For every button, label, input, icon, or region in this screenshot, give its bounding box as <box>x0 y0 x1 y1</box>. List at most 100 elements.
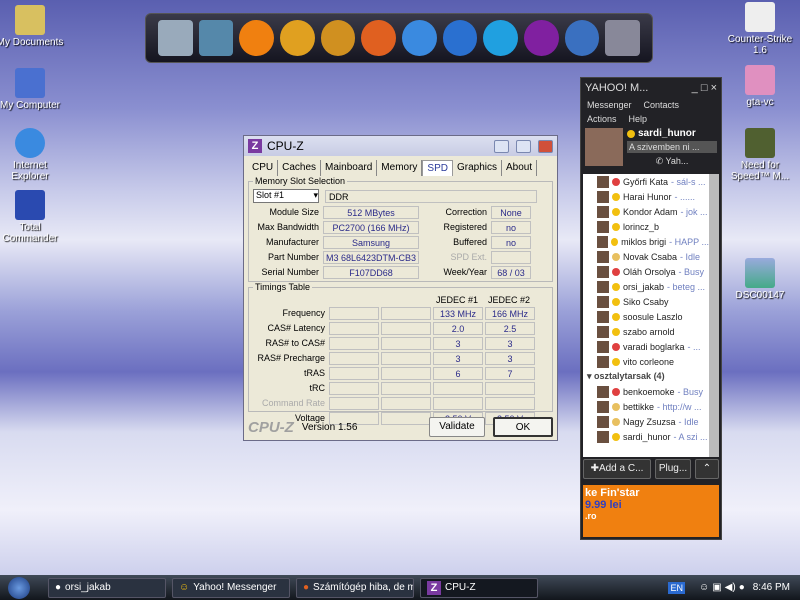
memory-type: DDR <box>325 189 537 203</box>
title-bar[interactable]: YAHOO! M... _ □ × <box>581 78 721 98</box>
taskbar-item-cpuz[interactable]: Z CPU-Z <box>420 577 538 598</box>
computer-icon <box>15 68 45 98</box>
contact-item[interactable]: sardi_hunor - A szi ... <box>583 429 709 444</box>
language-indicator[interactable]: EN <box>668 581 685 594</box>
contact-item[interactable]: Harai Hunor - ...... <box>583 189 709 204</box>
desktop-icon-dsc00147[interactable]: DSC00147 <box>725 258 795 301</box>
contact-item[interactable]: Nagy Zsuzsa - Idle <box>583 414 709 429</box>
contact-item[interactable]: vito corleone <box>583 354 709 369</box>
internet-explorer-icon <box>15 128 45 158</box>
desktop-icon-internet-explorer[interactable]: Internet Explorer <box>0 128 65 182</box>
contact-avatar <box>597 220 609 233</box>
yahoo-tray-icon[interactable]: ☺ <box>699 582 709 593</box>
contact-item[interactable]: varadi boglarka - ... <box>583 339 709 354</box>
yahoo-messenger-window: YAHOO! M... _ □ × Messenger Contacts Actio… <box>580 77 722 540</box>
desktop-icon-nfs[interactable]: Need for Speed™ M... <box>725 128 795 182</box>
scrollbar[interactable] <box>709 174 719 457</box>
network-tray-icon[interactable]: ▣ <box>712 582 721 593</box>
close-button[interactable]: × <box>711 82 717 94</box>
contact-item[interactable]: orsi_jakab - beteg ... <box>583 279 709 294</box>
ok-button[interactable]: OK <box>493 417 553 437</box>
contact-item[interactable]: Kondor Adam - jok ... <box>583 204 709 219</box>
tab-about[interactable]: About <box>502 160 538 176</box>
contact-item[interactable]: benkoemoke - Busy <box>583 384 709 399</box>
maximize-button[interactable]: □ <box>701 82 708 94</box>
expand-up-icon[interactable]: ⌃ <box>695 459 719 479</box>
menu-messenger[interactable]: Messenger <box>587 100 632 110</box>
title-bar[interactable]: Z CPU-Z <box>244 136 557 156</box>
add-contact-button[interactable]: ✚Add a C... <box>583 459 651 479</box>
contact-item[interactable]: lorincz_b <box>583 219 709 234</box>
yahoo-messenger-icon[interactable] <box>524 20 559 56</box>
menu-help[interactable]: Help <box>629 114 648 124</box>
contact-item[interactable]: Győrfi Kata - sál-s ... <box>583 174 709 189</box>
plugins-button[interactable]: Plug... <box>655 459 691 479</box>
field-row: Module Size 512 MBytes <box>253 205 419 219</box>
vlc-icon[interactable] <box>280 20 315 56</box>
maximize-button[interactable] <box>516 139 531 153</box>
timing-row: Frequency 133 MHz 166 MHz <box>253 306 548 320</box>
desktop-icon-counter-strike[interactable]: Counter-Strike 1.6 <box>725 2 795 56</box>
tab-graphics[interactable]: Graphics <box>453 160 502 176</box>
contact-item[interactable]: szabo arnold <box>583 324 709 339</box>
network-icon[interactable] <box>198 20 234 56</box>
winamp-bolt-icon[interactable] <box>320 20 356 56</box>
contact-item[interactable]: Siko Csaby <box>583 294 709 309</box>
taskbar-item-orsi-jakab[interactable]: ● orsi_jakab <box>48 577 166 598</box>
desktop-icon-my-computer[interactable]: My Computer <box>0 68 65 111</box>
contact-item[interactable]: Novak Csaba - Idle <box>583 249 709 264</box>
taskbar-item-firefox[interactable]: ● Számítógép hiba, de m... <box>296 577 414 598</box>
tray-green-icon[interactable]: ● <box>739 582 745 593</box>
contact-avatar <box>597 250 609 263</box>
status-message-input[interactable]: A szivemben ni ... <box>627 141 717 153</box>
status-icon <box>612 207 620 216</box>
contact-avatar <box>597 430 609 443</box>
tab-cpu[interactable]: CPU <box>248 160 279 176</box>
advertisement[interactable]: ke Fin'star 9.99 lei .ro <box>583 485 719 537</box>
validate-button[interactable]: Validate <box>429 417 485 437</box>
desktop-icon-gta-vc[interactable]: gta-vc <box>725 65 795 108</box>
contact-avatar <box>597 340 609 353</box>
firefox-icon[interactable] <box>361 20 397 56</box>
yahoo-link[interactable]: Yah... <box>666 156 689 166</box>
firefox-icon: ● <box>303 582 310 593</box>
menu-actions[interactable]: Actions <box>587 114 617 124</box>
minimize-button[interactable]: _ <box>692 82 698 94</box>
winamp-icon[interactable] <box>239 20 275 56</box>
desktop-icon-my-documents[interactable]: My Documents <box>0 5 65 48</box>
media-player-icon[interactable] <box>442 20 478 56</box>
minimize-button[interactable] <box>494 139 509 153</box>
close-button[interactable] <box>538 139 553 153</box>
contact-item[interactable]: miklos brigi - HAPP ... <box>583 234 709 249</box>
skype-icon[interactable] <box>483 20 519 56</box>
clock[interactable]: 8:46 PM <box>753 582 790 593</box>
computer-icon[interactable] <box>158 20 193 56</box>
contact-item[interactable]: Oláh Orsolya - Busy <box>583 264 709 279</box>
taskbar-item-yahoo[interactable]: ☺ Yahoo! Messenger <box>172 577 290 598</box>
tab-spd[interactable]: SPD <box>422 160 453 176</box>
recycle-bin-icon[interactable] <box>605 20 641 56</box>
field-value: M3 68L6423DTM-CB3 <box>323 250 419 264</box>
internet-explorer-icon[interactable] <box>402 20 437 56</box>
phone-icon[interactable]: ✆ <box>656 156 666 166</box>
start-button[interactable] <box>8 576 30 599</box>
slot-select[interactable]: Slot #1 ▾ <box>253 189 319 203</box>
volume-icon[interactable]: ◀) <box>725 582 736 593</box>
menu-contacts[interactable]: Contacts <box>644 100 680 110</box>
contact-group[interactable]: ▾ osztalytarsak (4) <box>583 369 709 384</box>
desktop-icon-total-commander[interactable]: Total Commander <box>0 190 65 244</box>
username[interactable]: sardi_hunor <box>638 128 696 139</box>
contact-avatar <box>597 385 609 398</box>
tab-caches[interactable]: Caches <box>278 160 322 176</box>
cpuz-brand: CPU-Z <box>248 418 294 436</box>
contact-item[interactable]: soosule Laszlo <box>583 309 709 324</box>
chat-icon: ● <box>55 582 62 593</box>
status-icon <box>612 432 620 441</box>
avatar[interactable] <box>585 128 623 166</box>
windows-icon[interactable] <box>564 20 600 56</box>
cpuz-icon: Z <box>427 580 441 595</box>
tab-mainboard[interactable]: Mainboard <box>321 160 378 176</box>
tab-memory[interactable]: Memory <box>377 160 423 176</box>
contact-item[interactable]: bettikke - http://w ... <box>583 399 709 414</box>
timing-row: RAS# to CAS# 3 3 <box>253 336 548 350</box>
